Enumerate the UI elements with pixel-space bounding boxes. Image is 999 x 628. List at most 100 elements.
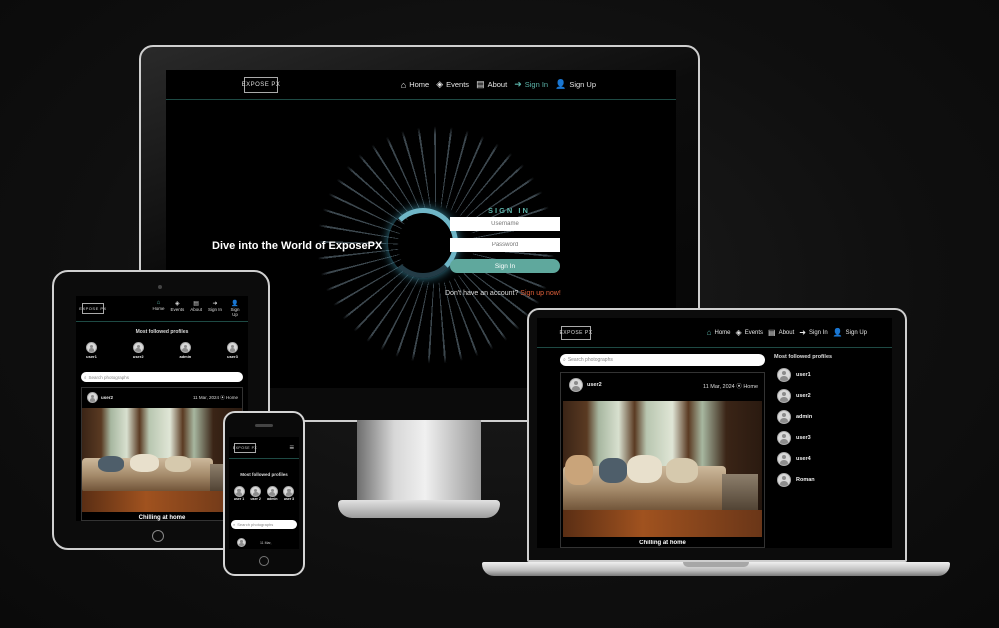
avatar xyxy=(179,342,191,353)
tablet-nav-events[interactable]: ◈ Events xyxy=(170,300,184,317)
avatar xyxy=(777,452,791,466)
profile-name: user 2 xyxy=(250,497,261,501)
laptop-post-author[interactable]: user2 xyxy=(569,378,602,392)
laptop-nav-events[interactable]: ◈ Events xyxy=(736,328,764,337)
tablet-nav-about-label: About xyxy=(190,307,202,312)
photo-table xyxy=(722,474,759,513)
tablet-navbar: EXPOSE PX ⌂ Home ◈ Events ▤ About ➜ Sign In … xyxy=(76,296,248,322)
avatar xyxy=(266,486,278,497)
nav-events-label: Events xyxy=(446,80,470,89)
photo-pillow xyxy=(98,455,124,473)
desktop-monitor-stand xyxy=(357,420,481,510)
signup-link[interactable]: Sign up now! xyxy=(520,290,560,297)
phone-profile[interactable]: user 2 xyxy=(250,486,262,501)
password-input[interactable] xyxy=(450,238,560,252)
laptop-nav-about-label: About xyxy=(778,329,795,336)
sign-in-icon: ➜ xyxy=(799,328,806,337)
laptop-profile[interactable]: user4 xyxy=(777,452,815,466)
laptop-profile[interactable]: user1 xyxy=(777,368,815,382)
laptop-most-followed-heading: Most followed profiles xyxy=(774,354,833,360)
phone-profile[interactable]: user 3 xyxy=(283,486,295,501)
user-plus-icon: 👤 xyxy=(832,328,843,337)
tablet-post-caption: Chilling at home xyxy=(138,515,186,521)
laptop-nav-sign-in[interactable]: ➜ Sign In xyxy=(799,328,827,337)
tablet-profile[interactable]: user3 xyxy=(226,342,238,359)
photo-pillow xyxy=(626,455,663,483)
profile-name: user4 xyxy=(796,456,811,462)
laptop-profile[interactable]: admin xyxy=(777,410,815,424)
profile-name: user 3 xyxy=(283,497,295,501)
phone-home-button xyxy=(259,556,269,566)
photo-pillow xyxy=(564,455,593,486)
desktop-logo[interactable]: EXPOSE PX xyxy=(242,76,280,93)
avatar xyxy=(777,431,791,445)
avatar xyxy=(132,342,144,353)
tablet-search-input[interactable]: ⌕ Search photographs xyxy=(81,372,243,382)
laptop-nav-home-label: Home xyxy=(714,329,731,336)
profile-name: user 1 xyxy=(233,497,245,501)
tablet-nav-home[interactable]: ⌂ Home xyxy=(152,300,164,317)
laptop-post-location: Home xyxy=(743,384,758,390)
nav-sign-in[interactable]: ➜ Sign In xyxy=(514,79,548,90)
tablet-search-placeholder: Search photographs xyxy=(88,374,130,380)
photo-floor xyxy=(563,509,762,537)
no-account-text: Don't have an account? xyxy=(445,290,519,297)
nav-about[interactable]: ▤ About xyxy=(476,79,507,90)
profile-name: user2 xyxy=(132,354,144,359)
location-pin-icon: ⦿ xyxy=(220,395,225,400)
avatar xyxy=(777,389,791,403)
avatar xyxy=(250,486,262,497)
phone-search-input[interactable]: ⌕ Search photographs xyxy=(231,520,297,529)
phone-screen: EXPOSE PX ≡ Most followed profiles user … xyxy=(229,437,299,549)
phone-profile[interactable]: user 1 xyxy=(233,486,245,501)
tablet-profile[interactable]: user1 xyxy=(86,342,97,359)
laptop-profile[interactable]: user3 xyxy=(777,431,815,445)
laptop-search-placeholder: Search photographs xyxy=(567,357,613,363)
tablet-post-author[interactable]: user2 xyxy=(87,392,113,403)
signin-button[interactable]: Sign In xyxy=(450,259,560,273)
tablet-nav-sign-in[interactable]: ➜ Sign In xyxy=(208,300,222,317)
tablet-logo[interactable]: EXPOSE PX xyxy=(79,303,106,314)
nav-sign-up[interactable]: 👤 Sign Up xyxy=(555,79,596,90)
signin-heading: SIGN IN xyxy=(488,206,530,215)
tablet-profile[interactable]: admin xyxy=(179,342,191,359)
tablet-most-followed-heading: Most followed profiles xyxy=(135,329,189,335)
laptop-profile[interactable]: Roman xyxy=(777,473,815,487)
username-input[interactable] xyxy=(450,217,560,231)
laptop-search-input[interactable]: ⌕ Search photographs xyxy=(560,354,765,366)
desktop-navbar: EXPOSE PX ⌂ Home ◈ Events ▤ About ➜ Sign In … xyxy=(166,70,676,100)
tablet-post-card: user2 11 Mar, 2024 ⦿ Home Chilling at ho… xyxy=(81,387,243,521)
tablet-nav-sign-up[interactable]: 👤 Sign Up xyxy=(228,300,242,317)
laptop-profile[interactable]: user2 xyxy=(777,389,815,403)
tablet-post-photo[interactable] xyxy=(82,408,242,512)
laptop-logo[interactable]: EXPOSE PX xyxy=(559,325,592,340)
laptop-nav-home[interactable]: ⌂ Home xyxy=(707,328,731,337)
search-icon: ⌕ xyxy=(233,522,236,527)
laptop-nav-about[interactable]: ▤ About xyxy=(768,328,794,337)
profile-name: admin xyxy=(796,414,813,420)
compass-icon: ◈ xyxy=(175,301,180,307)
phone-profile[interactable]: admin xyxy=(266,486,278,501)
avatar xyxy=(233,486,245,497)
hamburger-icon[interactable]: ≡ xyxy=(289,443,294,452)
tablet-nav-about[interactable]: ▤ About xyxy=(190,300,202,317)
laptop-nav-sign-up[interactable]: 👤 Sign Up xyxy=(833,328,867,337)
phone-logo[interactable]: EXPOSE PX xyxy=(233,442,257,453)
tablet-nav-events-label: Events xyxy=(170,307,185,312)
avatar[interactable] xyxy=(237,538,246,547)
tablet-nav-sign-up-label: Sign Up xyxy=(230,307,240,317)
home-icon: ⌂ xyxy=(400,79,407,90)
nav-home[interactable]: ⌂ Home xyxy=(401,80,429,90)
tablet-profile[interactable]: user2 xyxy=(132,342,144,359)
tablet-post-location: Home xyxy=(225,395,238,400)
laptop-post-photo[interactable] xyxy=(563,401,762,537)
nav-about-label: About xyxy=(487,80,508,89)
sign-in-icon: ➜ xyxy=(212,301,218,307)
profile-name: user1 xyxy=(796,372,811,378)
desktop-nav-links: ⌂ Home ◈ Events ▤ About ➜ Sign In 👤 Sign Up xyxy=(401,79,596,90)
avatar xyxy=(569,378,583,392)
nav-events[interactable]: ◈ Events xyxy=(436,79,469,90)
laptop-post-username: user2 xyxy=(587,382,602,388)
tablet-nav-sign-in-label: Sign In xyxy=(208,307,223,312)
laptop-post-meta: 11 Mar, 2024 ⦿ Home xyxy=(703,382,758,390)
